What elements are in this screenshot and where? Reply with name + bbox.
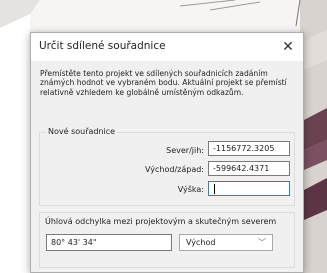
elevation-label: Výška: — [177, 185, 204, 194]
close-icon: ✕ — [282, 39, 294, 55]
dialog-titlebar: Určit sdílené souřadnice ✕ — [31, 33, 303, 61]
shared-coordinates-dialog: Určit sdílené souřadnice ✕ Přemístěte te… — [30, 32, 304, 273]
chevron-down-icon: ﹀ — [258, 238, 266, 247]
angle-label: Úhlová odchylka mezi projektovým a skute… — [45, 217, 277, 226]
new-coordinates-legend: Nové souřadnice — [46, 127, 118, 136]
direction-selected-value: Východ — [186, 238, 216, 247]
direction-select[interactable]: Východ ﹀ — [179, 234, 273, 251]
screen: Určit sdílené souřadnice ✕ Přemístěte te… — [0, 0, 327, 273]
elevation-field[interactable] — [208, 181, 290, 196]
text-caret — [214, 183, 215, 194]
north-south-label: Sever/jih: — [166, 146, 204, 155]
close-button[interactable]: ✕ — [277, 36, 299, 58]
east-west-field[interactable]: -599642.4371 — [208, 161, 290, 176]
angle-field[interactable]: 80° 43' 34" — [46, 234, 172, 251]
north-south-field[interactable]: -1156772.3205 — [208, 141, 290, 156]
dialog-description: Přemístěte tento projekt ve sdílených so… — [40, 69, 287, 97]
east-west-label: Východ/západ: — [145, 165, 204, 174]
dialog-title: Určit sdílené souřadnice — [39, 40, 166, 52]
